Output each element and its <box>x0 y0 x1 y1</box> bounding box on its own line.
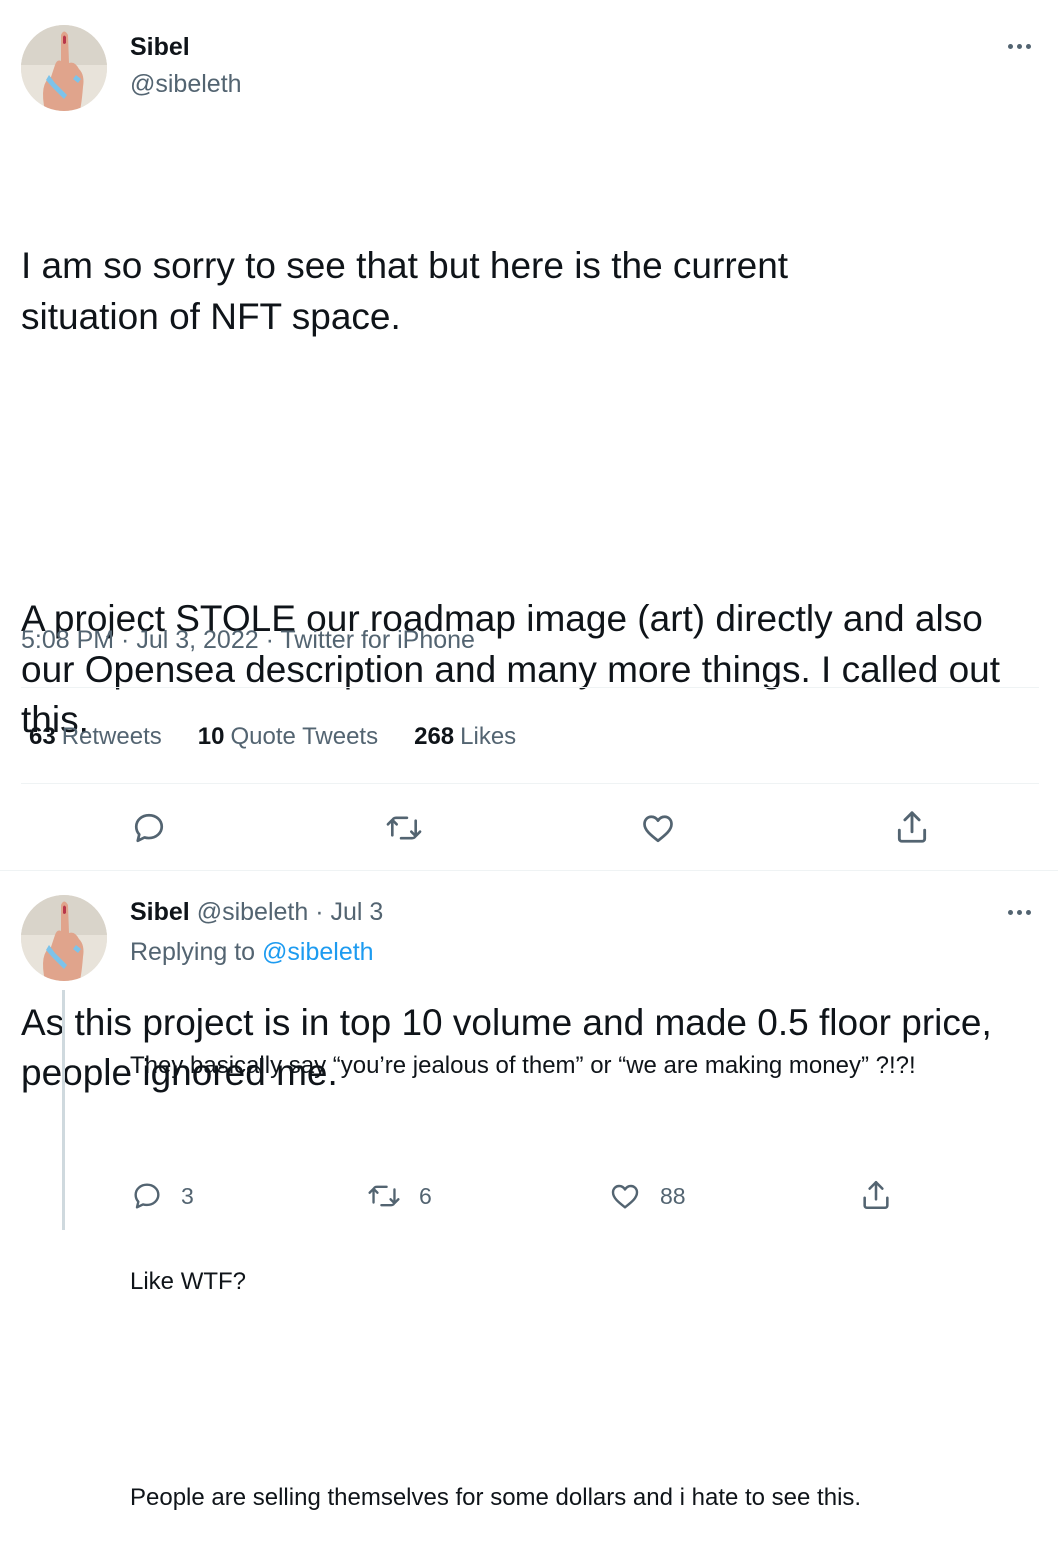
reply-text-line: People are selling themselves for some d… <box>130 1484 862 1511</box>
reply-avatar[interactable] <box>21 895 107 981</box>
reply-icon[interactable] <box>131 810 167 846</box>
reply-author-name[interactable]: Sibel <box>130 898 190 926</box>
author-handle[interactable]: @sibeleth <box>130 70 242 99</box>
avatar-image <box>21 25 107 111</box>
quote-tweets-label: Quote Tweets <box>230 723 379 750</box>
reply-author-handle[interactable]: @sibeleth <box>197 898 309 926</box>
reply-text-line: They basically say “you’re jealous of th… <box>130 1052 916 1079</box>
quote-tweets-count: 10 <box>197 723 225 750</box>
like-action[interactable]: 88 <box>608 1180 686 1212</box>
like-count: 88 <box>660 1182 686 1209</box>
replying-to: Replying to @sibeleth <box>130 938 374 967</box>
divider <box>0 870 1058 871</box>
more-icon[interactable] <box>1008 44 1031 49</box>
avatar-image <box>21 895 107 981</box>
reply-count: 3 <box>181 1182 194 1209</box>
replying-to-handle[interactable]: @sibeleth <box>262 938 374 966</box>
thread-line <box>62 990 65 1230</box>
reply-text-line: Like WTF? <box>130 1268 247 1295</box>
reply-action[interactable]: 3 <box>131 1180 194 1212</box>
share-icon[interactable] <box>859 1178 893 1212</box>
like-icon[interactable] <box>608 1180 642 1212</box>
reply-text: They basically say “you’re jealous of th… <box>130 976 1045 1552</box>
tweet-text-paragraph: I am so sorry to see that but here is th… <box>21 245 799 337</box>
retweet-count: 6 <box>419 1182 432 1209</box>
share-icon[interactable] <box>893 808 931 846</box>
retweet-action[interactable]: 6 <box>367 1180 432 1212</box>
retweet-icon[interactable] <box>367 1180 401 1212</box>
divider <box>21 687 1039 688</box>
avatar[interactable] <box>21 25 107 111</box>
reply-icon[interactable] <box>131 1180 163 1212</box>
likes-count: 268 <box>414 723 455 750</box>
replying-to-label: Replying to <box>130 938 256 966</box>
likes-label: Likes <box>460 723 517 750</box>
retweets-count: 63 <box>29 723 56 750</box>
reply-header: Sibel @sibeleth · Jul 3 <box>130 898 383 927</box>
reply-date[interactable]: · Jul 3 <box>315 898 383 926</box>
divider <box>21 783 1039 784</box>
retweets-label: Retweets <box>61 723 162 750</box>
retweet-icon[interactable] <box>385 810 423 846</box>
like-icon[interactable] <box>639 810 677 846</box>
quote-tweets-stat[interactable]: 10 Quote Tweets <box>198 723 378 751</box>
engagement-stats: 63 Retweets 10 Quote Tweets 268 Likes <box>29 723 516 751</box>
retweets-stat[interactable]: 63 Retweets <box>29 723 162 751</box>
more-icon[interactable] <box>1008 910 1031 915</box>
tweet-timestamp[interactable]: 5:08 PM · Jul 3, 2022 · Twitter for iPho… <box>21 626 475 655</box>
author-name[interactable]: Sibel <box>130 33 190 62</box>
likes-stat[interactable]: 268 Likes <box>414 723 516 751</box>
